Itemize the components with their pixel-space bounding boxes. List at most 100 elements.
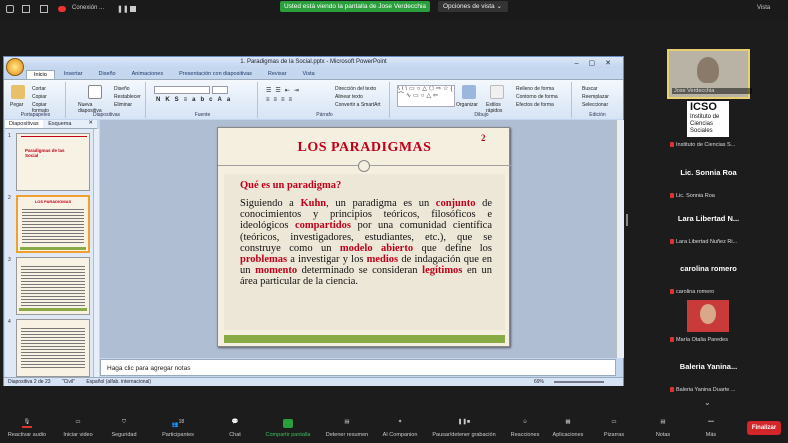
- font-name-field[interactable]: [154, 86, 210, 94]
- office-button[interactable]: [6, 58, 24, 76]
- reset-button[interactable]: Restablecer: [114, 94, 141, 100]
- shield-icon: ⛉: [121, 419, 127, 425]
- whiteboards-button[interactable]: ▭ Pizarras: [598, 419, 630, 438]
- participant-name-text: Lara Libertad Nuñez Ri...: [676, 239, 738, 245]
- tab-outline[interactable]: Esquema: [44, 121, 75, 127]
- participant-tile[interactable]: Lara Libertad N... Lara Libertad Nuñez R…: [667, 198, 750, 248]
- view-options-dropdown[interactable]: Opciones de vista ⌄: [438, 1, 508, 12]
- participant-tile[interactable]: Lic. Sonnia Roa Lic. Sonnia Roa: [667, 152, 750, 202]
- participant-tile[interactable]: Baleria Yanina... Baleria Yanina Duarte …: [667, 346, 750, 396]
- arrange-icon[interactable]: [462, 85, 476, 99]
- quick-styles-icon[interactable]: [490, 85, 504, 99]
- tab-animaciones[interactable]: Animaciones: [125, 70, 171, 79]
- chevron-down-icon[interactable]: ⌄: [704, 398, 711, 407]
- stop-summary-button[interactable]: ▤ Detener resumen: [320, 419, 374, 438]
- view-button[interactable]: Vista: [757, 5, 770, 11]
- text-direction-button[interactable]: Dirección del texto: [335, 86, 376, 92]
- paste-icon[interactable]: [11, 85, 25, 99]
- status-language: Español (alfab. internacional): [86, 379, 152, 385]
- cut-button[interactable]: Cortar: [32, 86, 46, 92]
- stop-summary-label: Detener resumen: [325, 432, 369, 438]
- font-format-icons[interactable]: NKS≡abcAa: [156, 97, 235, 103]
- workspace-scrollbar[interactable]: [616, 120, 624, 358]
- tab-slides[interactable]: Diapositivas: [5, 120, 43, 128]
- record-icon[interactable]: [40, 5, 48, 13]
- participant-name-text: Instituto de Ciencias S...: [676, 142, 736, 148]
- participant-name-text: Baleria Yanina Duarte ...: [676, 387, 736, 393]
- slide-thumbnail-2[interactable]: LOS PARADIGMAS: [16, 195, 90, 253]
- slide-body: Qué es un paradigma? Siguiendo a Kuhn, u…: [224, 174, 505, 330]
- pause-recording-button[interactable]: ❚❚■ Pausar/detener grabación: [426, 419, 502, 438]
- tab-vista[interactable]: Vista: [296, 70, 322, 79]
- security-button[interactable]: ⛉ Seguridad: [104, 419, 144, 438]
- shield-icon[interactable]: [6, 5, 14, 13]
- split-handle[interactable]: [626, 214, 628, 226]
- status-theme: "Civil": [61, 379, 75, 385]
- slide-thumbnail-1[interactable]: Paradigmas de las Social: [16, 133, 90, 191]
- copy-button[interactable]: Copiar: [32, 94, 47, 100]
- whiteboards-label: Pizarras: [603, 432, 625, 438]
- chat-button[interactable]: 💬 Chat: [222, 419, 248, 438]
- tab-revisar[interactable]: Revisar: [261, 70, 294, 79]
- video-person: [697, 57, 719, 83]
- grid-icon[interactable]: [22, 5, 30, 13]
- participants-button[interactable]: 👥18 Participantes: [156, 419, 200, 438]
- group-label: Edición: [589, 112, 606, 118]
- current-slide[interactable]: 2 LOS PARADIGMAS Qué es un paradigma? Si…: [217, 127, 511, 347]
- delete-button[interactable]: Eliminar: [114, 102, 132, 108]
- tab-presentacion[interactable]: Presentación con diapositivas: [172, 70, 259, 79]
- start-video-button[interactable]: ▭ Iniciar video: [56, 419, 100, 438]
- layout-button[interactable]: Diseño: [114, 86, 130, 92]
- arrange-button[interactable]: Organizar: [456, 102, 478, 108]
- shape-effects-button[interactable]: Efectos de forma: [516, 102, 554, 108]
- list-icons[interactable]: ☰☰⇤⇥: [266, 87, 303, 94]
- photo-face: [700, 304, 716, 324]
- slide-thumbnail-4[interactable]: [16, 319, 90, 377]
- participant-tile[interactable]: ICSO Instituto de Ciencias Sociales Inst…: [667, 101, 750, 151]
- slides-panel: 1 Paradigmas de las Social 2 LOS PARADIG…: [5, 129, 97, 377]
- find-button[interactable]: Buscar: [582, 86, 598, 92]
- slide-workspace: 2 LOS PARADIGMAS Qué es un paradigma? Si…: [100, 120, 620, 358]
- view-options-label: Opciones de vista: [443, 3, 495, 10]
- shapes-gallery[interactable]: \\\▭○△⬠⇨☆{}⌒∿▭○△⇦: [397, 85, 455, 107]
- slide-thumbnail-3[interactable]: [16, 257, 90, 315]
- window-controls[interactable]: –▢✕: [575, 59, 621, 67]
- notes-field[interactable]: Haga clic para agregar notas: [100, 359, 616, 376]
- participant-tile[interactable]: Jose Verdecchia: [667, 49, 752, 99]
- close-icon[interactable]: ✕: [88, 120, 97, 126]
- participant-tile[interactable]: María Otalia Paredes: [667, 296, 750, 346]
- smartart-button[interactable]: Convertir a SmartArt: [335, 102, 381, 108]
- pause-icon[interactable]: ❚❚: [117, 5, 129, 13]
- font-size-field[interactable]: [212, 86, 228, 94]
- chevron-down-icon: ⌄: [496, 3, 502, 10]
- paste-button[interactable]: Pegar: [10, 102, 23, 108]
- align-text-button[interactable]: Alinear texto: [335, 94, 363, 100]
- share-screen-button[interactable]: Compartir pantalla: [260, 419, 316, 438]
- status-bar: Diapositiva 2 de 23 "Civil" Español (alf…: [4, 377, 623, 386]
- whiteboard-icon: ▭: [611, 419, 617, 425]
- align-icons[interactable]: ≡≡≡≡: [266, 97, 296, 103]
- more-button[interactable]: ••• Más: [700, 419, 722, 438]
- ai-companion-button[interactable]: ✦ AI Companion: [378, 419, 422, 438]
- stop-icon[interactable]: [130, 6, 136, 12]
- zoom-slider[interactable]: [554, 381, 604, 383]
- select-button[interactable]: Seleccionar: [582, 102, 608, 108]
- replace-button[interactable]: Reemplazar: [582, 94, 609, 100]
- unmute-button[interactable]: 🎙 Reactivar audio: [2, 419, 52, 438]
- new-slide-icon[interactable]: [88, 85, 102, 99]
- reactions-button[interactable]: ☺ Reacciones: [508, 419, 542, 438]
- thumb-number: 2: [8, 195, 11, 201]
- icso-logo: ICSO Instituto de Ciencias Sociales: [687, 101, 729, 137]
- end-meeting-button[interactable]: Finalizar: [747, 421, 781, 435]
- shape-fill-button[interactable]: Relleno de forma: [516, 86, 554, 92]
- status-zoom[interactable]: 69%: [534, 378, 544, 387]
- apps-button[interactable]: ▦ Aplicaciones: [548, 419, 588, 438]
- participant-tile[interactable]: carolina romero carolina romero: [667, 248, 750, 298]
- pause-recording-label: Pausar/detener grabación: [432, 432, 496, 438]
- slides-panel-scrollbar[interactable]: [93, 129, 99, 377]
- tab-diseno[interactable]: Diseño: [92, 70, 123, 79]
- tab-inicio[interactable]: Inicio: [26, 70, 55, 79]
- notes-button[interactable]: ▤ Notas: [650, 419, 676, 438]
- shape-outline-button[interactable]: Contorno de forma: [516, 94, 558, 100]
- tab-insertar[interactable]: Insertar: [57, 70, 90, 79]
